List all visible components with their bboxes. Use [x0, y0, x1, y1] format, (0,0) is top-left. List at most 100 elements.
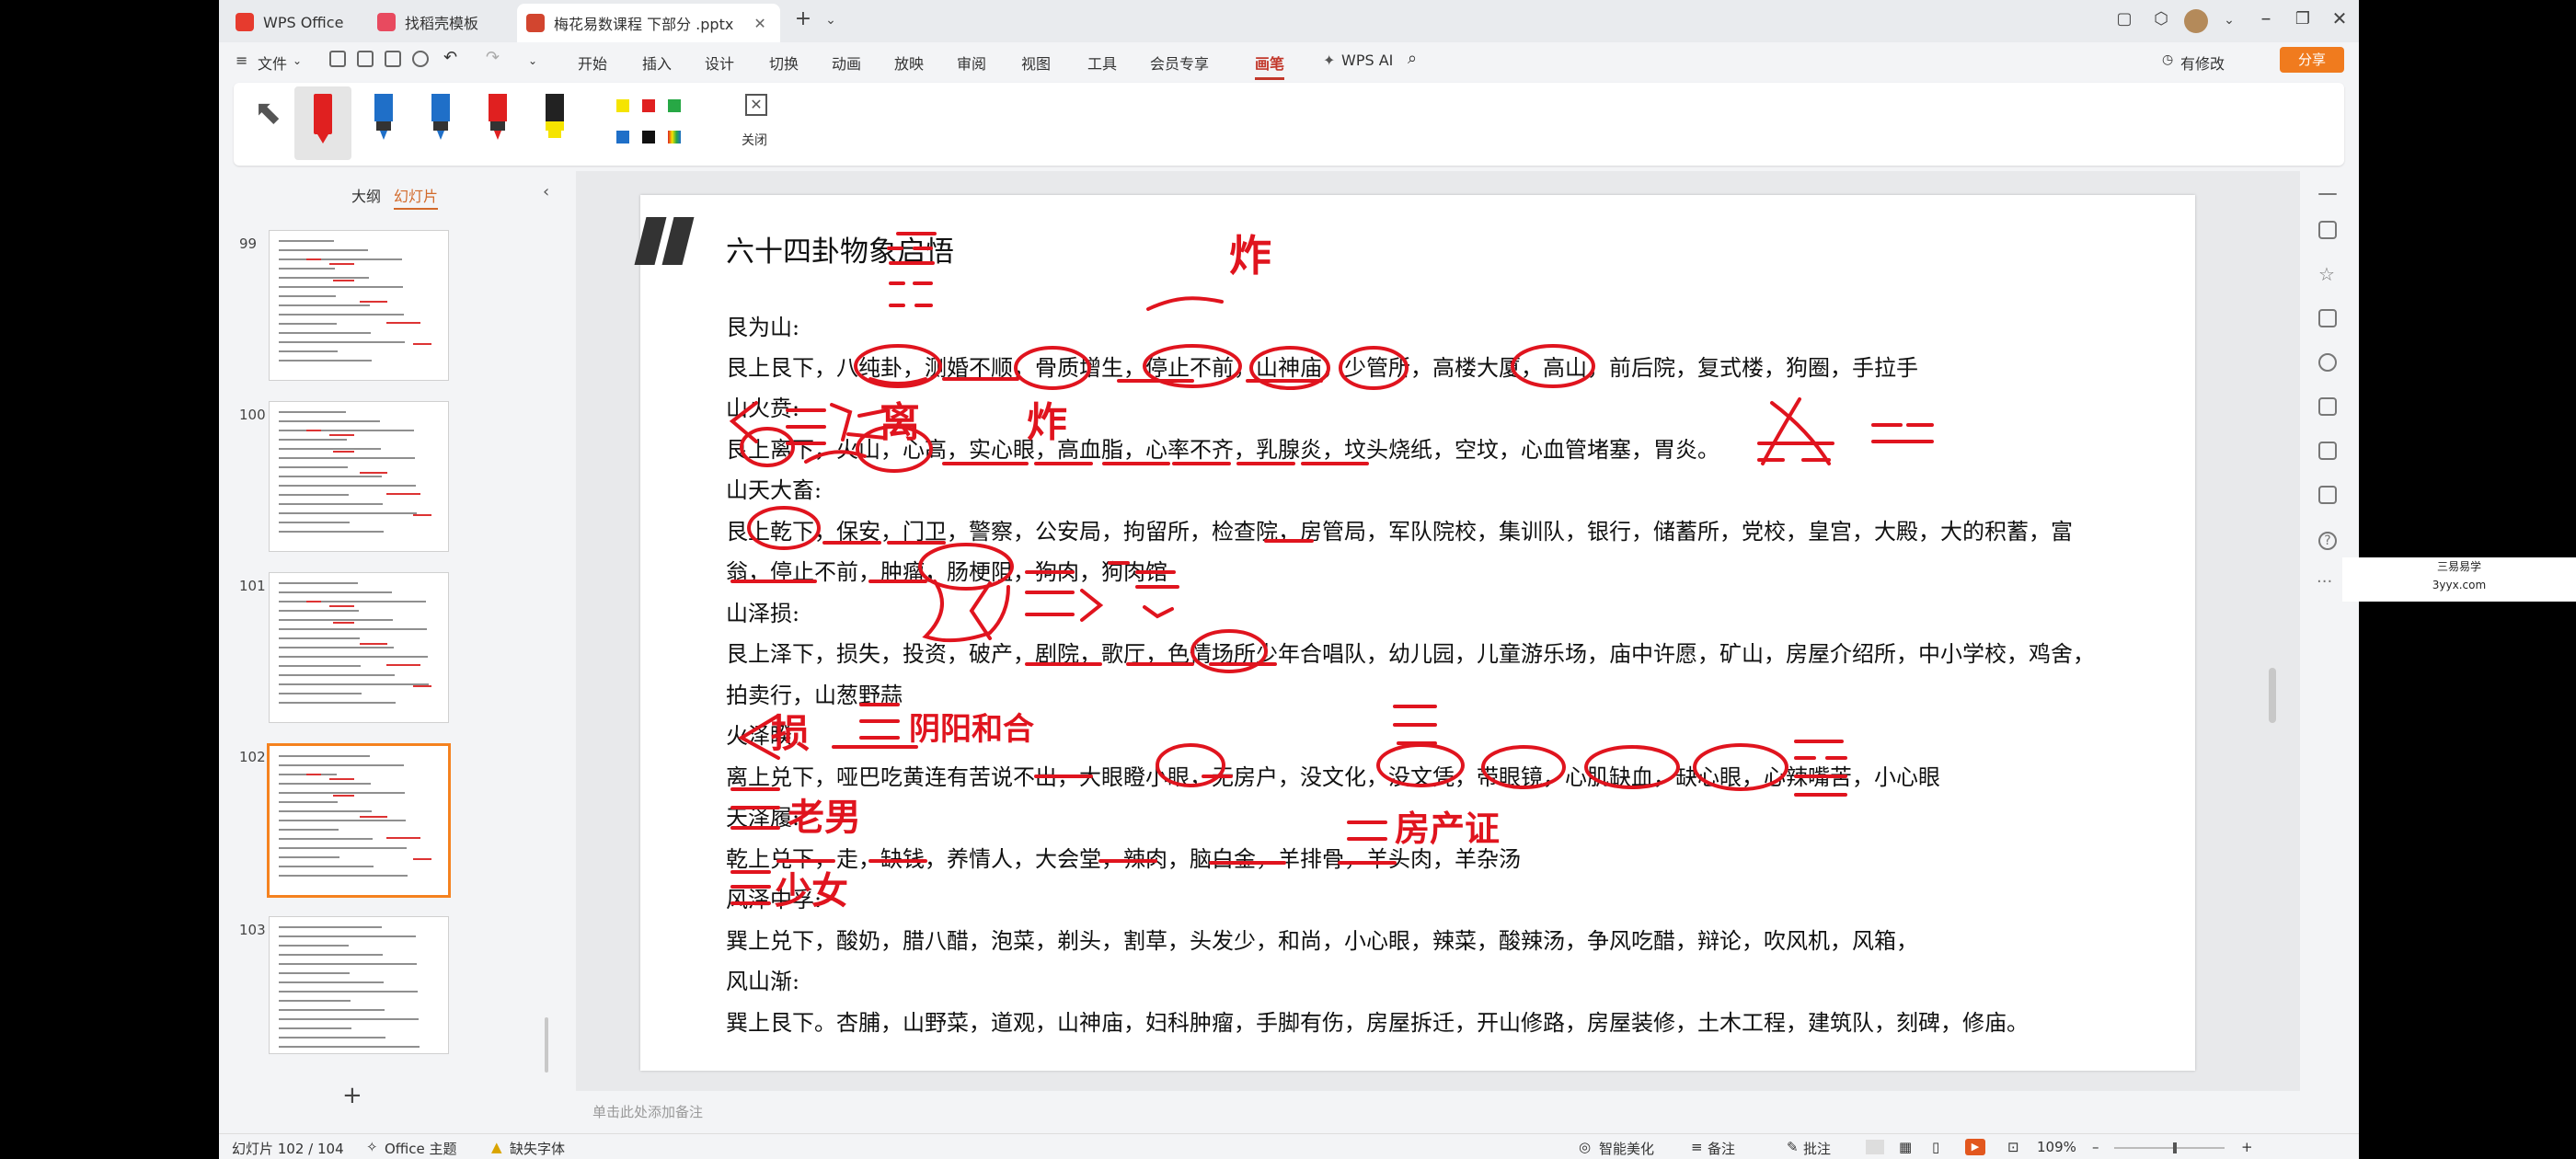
fit-window-icon[interactable]: ⊡: [2007, 1139, 2019, 1155]
share-button[interactable]: 分享: [2280, 47, 2344, 73]
thumbnail-annotation: [306, 601, 321, 602]
menu-view[interactable]: 视图: [1021, 52, 1051, 74]
canvas-scrollbar[interactable]: [2269, 668, 2276, 723]
slide-thumbnail-101[interactable]: [269, 572, 449, 723]
color-green[interactable]: [668, 99, 681, 112]
slide-thumbnail-102[interactable]: [267, 743, 451, 898]
menu-transition[interactable]: 切换: [769, 52, 799, 74]
slide[interactable]: 六十四卦物象启悟 艮为山: 艮上艮下，八纯卦，测婚不顺，骨质增生，停止不前，山神…: [634, 195, 2195, 1071]
copy-icon[interactable]: [2318, 309, 2337, 327]
close-pen-label[interactable]: 关闭: [742, 131, 767, 149]
notes-placeholder[interactable]: 单击此处添加备注: [592, 1102, 703, 1121]
select-cursor-icon[interactable]: ⬉: [254, 94, 282, 132]
zoom-level[interactable]: 109%: [2037, 1139, 2076, 1155]
export-pdf-icon[interactable]: [357, 51, 374, 67]
menu-tools[interactable]: 工具: [1087, 52, 1117, 74]
thumbnail-text-line: [279, 332, 371, 334]
zoom-slider[interactable]: [2114, 1142, 2225, 1153]
menu-slideshow[interactable]: 放映: [894, 52, 924, 74]
menu-start[interactable]: 开始: [578, 52, 607, 74]
highlighter-icon[interactable]: [539, 94, 570, 147]
print-icon[interactable]: [385, 51, 401, 67]
modified-status[interactable]: 有修改: [2180, 52, 2225, 74]
animation-icon[interactable]: [2318, 397, 2337, 416]
tab-document[interactable]: 梅花易数课程 下部分 .pptx ✕: [517, 4, 780, 42]
reading-view-icon[interactable]: ▯: [1932, 1139, 1939, 1155]
zoom-slider-thumb[interactable]: [2173, 1142, 2177, 1153]
redo-icon[interactable]: ↷: [486, 48, 500, 67]
theme-icon: ✧: [366, 1139, 378, 1155]
comments-button[interactable]: 批注: [1803, 1139, 1831, 1158]
wps-ai-button[interactable]: WPS AI: [1341, 52, 1393, 69]
chevron-down-icon[interactable]: ⌄: [293, 54, 302, 67]
thumbnail-text-line: [279, 1027, 351, 1029]
layout-icon[interactable]: [2318, 486, 2337, 504]
collapse-panel-icon[interactable]: ‹: [543, 182, 549, 201]
tools-icon[interactable]: [2318, 353, 2337, 372]
thumbnail-text-line: [279, 847, 407, 849]
star-icon[interactable]: ☆: [2318, 265, 2337, 283]
slide-thumbnail-103[interactable]: [269, 916, 449, 1054]
more-colors-icon[interactable]: [668, 131, 681, 143]
color-blue[interactable]: [616, 131, 629, 143]
red-pen-icon[interactable]: [482, 94, 513, 147]
tab-outline[interactable]: 大纲: [351, 184, 381, 206]
close-pen-icon[interactable]: ✕: [745, 94, 767, 116]
pptx-file-icon: [526, 14, 545, 32]
adjust-icon[interactable]: [2318, 221, 2337, 239]
minimize-icon[interactable]: –: [2252, 7, 2280, 30]
menu-review[interactable]: 审阅: [957, 52, 986, 74]
save-icon[interactable]: [329, 51, 346, 67]
grid-view-icon[interactable]: ▦: [1899, 1139, 1912, 1155]
chevron-down-icon[interactable]: ⌄: [2215, 13, 2243, 28]
blue-pen-icon[interactable]: [368, 94, 399, 147]
avatar[interactable]: [2184, 9, 2208, 33]
media-icon[interactable]: [2318, 442, 2337, 460]
wps-ai-icon[interactable]: ✦: [1323, 52, 1335, 69]
search-icon[interactable]: ⌕: [1408, 49, 1417, 68]
chevron-down-icon[interactable]: ⌄: [528, 54, 537, 67]
normal-view-icon[interactable]: [1866, 1140, 1884, 1154]
add-slide-button[interactable]: +: [342, 1082, 362, 1109]
menu-bar: ≡ 文件 ⌄ ↶ ↷ ⌄ 开始 插入 设计 切换 动画 放映 审阅 视图 工具 …: [219, 42, 2359, 80]
undo-icon[interactable]: ↶: [443, 48, 457, 67]
chevron-down-icon[interactable]: ⌄: [817, 13, 845, 28]
menu-pen[interactable]: 画笔: [1255, 52, 1285, 80]
hamburger-icon[interactable]: ≡: [236, 52, 247, 69]
slide-thumbnail-99[interactable]: [269, 230, 449, 381]
smart-beautify-button[interactable]: 智能美化: [1599, 1139, 1654, 1158]
slide-thumbnail-100[interactable]: [269, 401, 449, 552]
close-window-icon[interactable]: ✕: [2326, 7, 2353, 29]
window-layout-icon[interactable]: ▢: [2110, 9, 2138, 29]
color-black[interactable]: [642, 131, 655, 143]
more-icon[interactable]: ···: [2317, 572, 2332, 591]
menu-member[interactable]: 会员专享: [1150, 52, 1209, 74]
zoom-out-icon[interactable]: –: [2092, 1139, 2099, 1155]
close-tab-icon[interactable]: ✕: [753, 15, 765, 32]
menu-animation[interactable]: 动画: [832, 52, 861, 74]
blue-marker-icon[interactable]: [425, 94, 456, 147]
menu-design[interactable]: 设计: [705, 52, 734, 74]
cube-icon[interactable]: ⬡: [2147, 9, 2175, 29]
thumbnail-text-line: [279, 875, 408, 877]
slideshow-icon[interactable]: ▶: [1965, 1139, 1985, 1155]
color-red[interactable]: [642, 99, 655, 112]
menu-insert[interactable]: 插入: [642, 52, 672, 74]
tab-template[interactable]: 找稻壳模板: [377, 6, 506, 39]
zoom-in-icon[interactable]: +: [2241, 1139, 2253, 1155]
slide-counter[interactable]: 幻灯片 102 / 104: [232, 1139, 344, 1158]
print-preview-icon[interactable]: [412, 51, 429, 67]
notes-button[interactable]: 备注: [1708, 1139, 1735, 1158]
tab-wps-office[interactable]: WPS Office: [236, 6, 364, 39]
new-tab-icon[interactable]: +: [789, 7, 817, 30]
red-marker-icon[interactable]: [307, 94, 339, 147]
minus-icon[interactable]: [2318, 193, 2337, 195]
tab-slides[interactable]: 幻灯片: [394, 184, 439, 210]
color-yellow[interactable]: [616, 99, 629, 112]
panel-scrollbar[interactable]: [545, 1017, 548, 1073]
theme-label[interactable]: Office 主题: [385, 1139, 457, 1158]
restore-icon[interactable]: ❐: [2289, 9, 2317, 29]
file-menu[interactable]: 文件: [258, 52, 287, 74]
missing-font-label[interactable]: 缺失字体: [510, 1139, 565, 1158]
help-icon[interactable]: ?: [2318, 532, 2337, 550]
